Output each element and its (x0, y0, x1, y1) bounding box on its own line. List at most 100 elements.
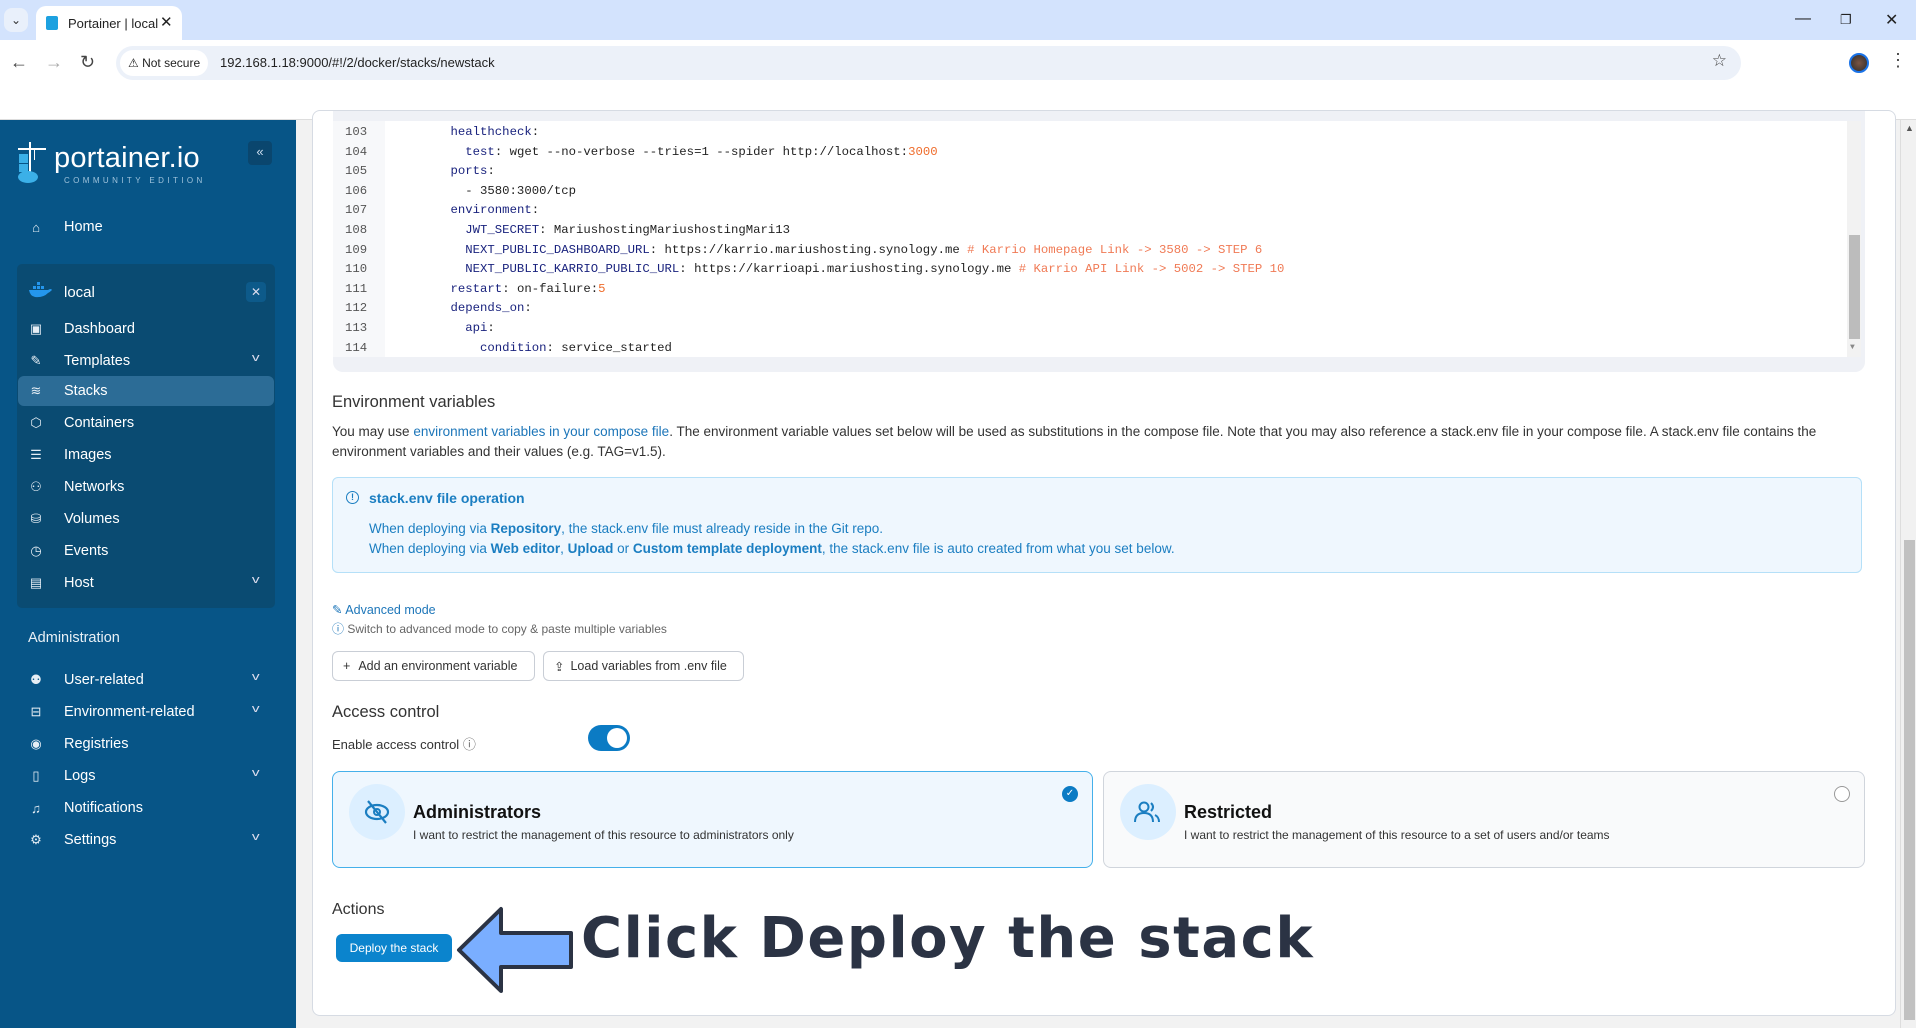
tab-close-icon[interactable]: ✕ (160, 13, 173, 31)
profile-avatar[interactable] (1849, 53, 1869, 73)
sidebar-item-containers[interactable]: ⬡ Containers (18, 408, 274, 438)
dashboard-icon: ▣ (29, 321, 43, 336)
close-environment-button[interactable]: ✕ (246, 282, 266, 302)
sidebar-item-settings[interactable]: ⚙ Settings v (18, 825, 274, 855)
advanced-mode-hint: ⓘ Switch to advanced mode to copy & past… (332, 620, 667, 637)
option-description: I want to restrict the management of thi… (413, 828, 794, 842)
sidebar-item-label: User-related (64, 672, 144, 688)
plus-icon: + (343, 659, 351, 673)
sidebar-item-label: Environment-related (64, 704, 195, 720)
yaml-number: 3000 (908, 144, 938, 159)
forward-button[interactable]: → (45, 52, 63, 73)
browser-tab[interactable]: Portainer | local ✕ (36, 6, 182, 40)
yaml-key: condition (480, 340, 547, 355)
address-bar[interactable]: ⚠ Not secure 192.168.1.18:9000/#!/2/dock… (116, 46, 1741, 80)
code-line[interactable]: restart: on-failure:5 (421, 282, 606, 296)
button-label: Load variables from .env file (570, 659, 727, 673)
sidebar-item-events[interactable]: ◷ Events (18, 536, 274, 566)
administration-heading: Administration (28, 630, 120, 646)
unselected-radio-icon[interactable] (1834, 786, 1850, 802)
page-scrollbar-thumb[interactable] (1904, 540, 1915, 1020)
sidebar-item-label: Events (64, 543, 109, 559)
file-text-icon: ▯ (32, 768, 40, 783)
sidebar-item-networks[interactable]: ⚇ Networks (18, 472, 274, 502)
code-line[interactable]: JWT_SECRET: MariushostingMariushostingMa… (421, 223, 790, 237)
reload-button[interactable]: ↻ (80, 52, 95, 73)
toggle-knob (607, 728, 627, 748)
info-icon: ⓘ (332, 622, 345, 636)
edit-icon: ✎ (332, 603, 343, 617)
yaml-comment: # Karrio API Link -> 5002 -> STEP 10 (1018, 262, 1285, 277)
code-line[interactable]: environment: (421, 203, 540, 217)
docker-whale-icon (29, 282, 52, 298)
code-line[interactable]: NEXT_PUBLIC_KARRIO_PUBLIC_URL: https://k… (421, 262, 1284, 276)
code-line[interactable]: depends_on: (421, 301, 532, 315)
text: , the stack.env file is auto created fro… (821, 541, 1175, 556)
code-line[interactable]: condition: service_started (421, 341, 672, 355)
not-secure-badge[interactable]: ⚠ Not secure (120, 50, 209, 76)
enable-access-control-label: Enable access control ⓘ (332, 734, 476, 753)
sidebar-item-notifications[interactable]: ♫ Notifications (18, 793, 274, 823)
sidebar-item-home[interactable]: ⌂ Home (18, 212, 274, 242)
editor-scrollbar-thumb[interactable] (1849, 235, 1860, 339)
back-button[interactable]: ← (10, 52, 28, 73)
access-option-restricted[interactable]: Restricted I want to restrict the manage… (1103, 771, 1865, 868)
colon: : (679, 262, 687, 277)
bell-icon: ♫ (31, 800, 41, 816)
code-line[interactable]: test: wget --no-verbose --tries=1 --spid… (421, 144, 938, 159)
env-vars-docs-link[interactable]: environment variables in your compose fi… (413, 424, 669, 439)
scroll-down-icon[interactable]: ▼ (1850, 343, 1855, 352)
scroll-up-icon[interactable]: ▲ (1905, 123, 1914, 133)
yaml-value: - 3580:3000/tcp (465, 183, 576, 198)
sidebar-item-volumes[interactable]: ⛁ Volumes (18, 504, 274, 534)
sidebar-item-images[interactable]: ☰ Images (18, 440, 274, 470)
sidebar-item-logs[interactable]: ▯ Logs v (18, 761, 274, 791)
tab-search-button[interactable]: ⌄ (4, 8, 28, 32)
restore-button[interactable]: ❐ (1840, 12, 1852, 28)
eye-off-icon-circle (349, 784, 405, 840)
help-icon[interactable]: ⓘ (463, 737, 476, 752)
yaml-key: restart (450, 281, 503, 296)
gear-icon: ⚙ (30, 832, 42, 847)
collapse-sidebar-button[interactable]: « (248, 141, 272, 165)
sidebar-item-registries[interactable]: ◉ Registries (18, 729, 274, 759)
sidebar-item-environment-related[interactable]: ⊟ Environment-related v (18, 697, 274, 727)
load-env-file-button[interactable]: ⇪ Load variables from .env file (543, 651, 744, 681)
yaml-value: MariushostingMariushostingMari13 (546, 223, 790, 237)
url-text[interactable]: 192.168.1.18:9000/#!/2/docker/stacks/new… (220, 55, 495, 70)
code-line[interactable]: api: (421, 321, 495, 335)
env-vars-description: You may use environment variables in you… (332, 422, 1862, 462)
sidebar-item-templates[interactable]: ✎ Templates v (18, 346, 274, 376)
sidebar-item-label: Notifications (64, 800, 143, 816)
editor-wrapper: 103 104 105 106 107 108 109 110 111 112 113 114 hea… (333, 111, 1865, 372)
code-line[interactable]: - 3580:3000/tcp (421, 184, 576, 198)
deploy-stack-button[interactable]: Deploy the stack (336, 934, 452, 962)
text-bold: Upload (567, 541, 614, 556)
yaml-key: test (465, 144, 495, 159)
code-line[interactable]: healthcheck: (421, 125, 540, 139)
annotation-text: Click Deploy the stack (581, 906, 1315, 971)
close-window-button[interactable]: ✕ (1885, 10, 1898, 30)
browser-menu-icon[interactable]: ⋮ (1889, 50, 1907, 71)
add-env-variable-button[interactable]: + Add an environment variable (332, 651, 535, 681)
access-control-toggle[interactable] (588, 725, 630, 751)
sidebar-item-dashboard[interactable]: ▣ Dashboard (18, 314, 274, 344)
sidebar-item-host[interactable]: ▤ Host v (18, 568, 274, 598)
sidebar: portainer.io COMMUNITY EDITION « ⌂ Home … (0, 120, 296, 1028)
compose-code-editor[interactable]: 103 104 105 106 107 108 109 110 111 112 113 114 hea… (333, 121, 1861, 357)
advanced-mode-link[interactable]: ✎ Advanced mode (332, 602, 436, 617)
line-number: 109 (345, 242, 368, 257)
editor-scrollbar[interactable]: ▼ (1847, 121, 1861, 357)
minimize-button[interactable]: — (1795, 10, 1811, 28)
code-line[interactable]: ports: (421, 164, 495, 178)
sidebar-item-stacks[interactable]: ≋ Stacks (18, 376, 274, 406)
colon: : (531, 125, 540, 139)
code-line[interactable]: NEXT_PUBLIC_DASHBOARD_URL: https://karri… (421, 243, 1262, 257)
eye-off-icon (364, 800, 390, 824)
access-option-administrators[interactable]: Administrators I want to restrict the ma… (332, 771, 1093, 868)
sidebar-item-user-related[interactable]: ⚉ User-related v (18, 665, 274, 695)
page-scrollbar[interactable]: ▲ (1900, 120, 1916, 1028)
bookmark-star-icon[interactable]: ☆ (1712, 51, 1727, 71)
